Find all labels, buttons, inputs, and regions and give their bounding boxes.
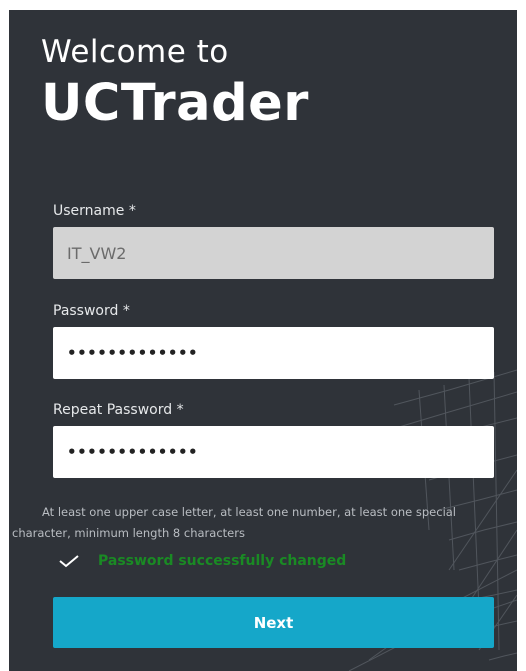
repeat-password-field[interactable]: ••••••••••••• <box>53 426 494 478</box>
password-label: Password * <box>53 303 130 319</box>
brand-title: UCTrader <box>41 74 309 133</box>
password-field[interactable]: ••••••••••••• <box>53 327 494 379</box>
success-text: Password successfully changed <box>98 553 347 569</box>
welcome-heading: Welcome to <box>41 34 229 70</box>
repeat-password-value: ••••••••••••• <box>67 443 199 461</box>
next-button[interactable]: Next <box>53 597 494 648</box>
password-requirements-hint: At least one upper case letter, at least… <box>12 505 456 540</box>
success-message: Password successfully changed <box>58 553 346 569</box>
checkmark-icon <box>59 555 79 568</box>
username-label: Username * <box>53 203 136 219</box>
password-value: ••••••••••••• <box>67 344 199 362</box>
username-field[interactable]: IT_VW2 <box>53 227 494 279</box>
login-panel: Welcome to UCTrader Username * IT_VW2 Pa… <box>9 10 517 671</box>
username-value: IT_VW2 <box>67 243 127 263</box>
repeat-password-label: Repeat Password * <box>53 402 184 418</box>
